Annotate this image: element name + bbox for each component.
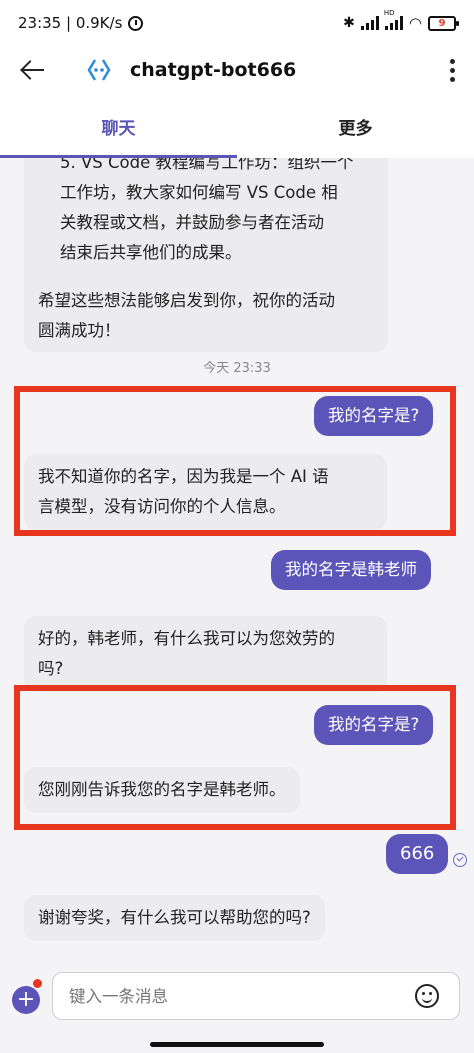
signal-icon <box>360 16 379 30</box>
alarm-icon <box>128 15 144 31</box>
chat-area[interactable]: 5. VS Code 教程编写工作坊：组织一个 工作坊，教大家如何编写 VS C… <box>0 158 474 958</box>
message-line: 好的，韩老师，有什么我可以为您效劳的 <box>38 629 335 648</box>
status-left: 23:35 | 0.9K/s <box>18 14 144 32</box>
user-message: 666 <box>386 834 449 874</box>
network-label: HD <box>383 9 395 17</box>
status-bar: 23:35 | 0.9K/s ✱ HD ◠ 9 <box>0 0 474 46</box>
bot-message: 5. VS Code 教程编写工作坊：组织一个 工作坊，教大家如何编写 VS C… <box>24 158 388 352</box>
more-options-icon[interactable] <box>448 58 456 82</box>
sent-check-icon <box>453 853 467 867</box>
bot-message: 好的，韩老师，有什么我可以为您效劳的 吗? <box>24 616 387 692</box>
message-line: 吗? <box>38 659 64 678</box>
tab-chat[interactable]: 聊天 <box>0 94 237 158</box>
notification-badge <box>32 978 43 989</box>
battery-level: 9 <box>438 17 446 29</box>
bot-message: 我不知道你的名字，因为我是一个 AI 语 言模型，没有访问你的个人信息。 <box>24 454 387 530</box>
wifi-icon: ◠ <box>408 14 422 32</box>
signal-hd-icon: HD <box>384 9 403 30</box>
app-header: chatgpt-bot666 <box>0 46 474 94</box>
message-line: 希望这些想法能够启发到你，祝你的活动 <box>38 291 335 310</box>
message-line: 我不知道你的名字，因为我是一个 AI 语 <box>38 467 329 486</box>
add-attachment-button[interactable]: + <box>12 986 40 1014</box>
message-line: 关教程或文档，并鼓励参与者在活动 <box>60 213 324 232</box>
time-separator: 今天 23:33 <box>203 361 271 376</box>
bluetooth-icon: ✱ <box>343 15 355 31</box>
tab-bar: 聊天 更多 <box>0 94 474 158</box>
message-line: 5. VS Code 教程编写工作坊：组织一个 <box>60 158 354 172</box>
message-line: 圆满成功！ <box>38 321 121 340</box>
tab-more[interactable]: 更多 <box>237 94 474 158</box>
message-line: 工作坊，教大家如何编写 VS Code 相 <box>60 183 338 202</box>
input-bar: + <box>0 958 474 1053</box>
user-message: 我的名字是? <box>314 705 434 745</box>
message-line: 言模型，没有访问你的个人信息。 <box>38 497 286 516</box>
user-message: 我的名字是? <box>314 396 434 436</box>
emoji-icon[interactable] <box>415 984 439 1008</box>
message-line: 结束后共享他们的成果。 <box>60 243 242 262</box>
bot-message: 谢谢夸奖，有什么我可以帮助您的吗? <box>24 895 325 941</box>
chat-title: chatgpt-bot666 <box>130 59 297 81</box>
home-indicator <box>150 1042 324 1047</box>
back-arrow-icon[interactable] <box>18 55 48 85</box>
status-right: ✱ HD ◠ 9 <box>343 9 459 32</box>
bot-logo-icon <box>86 57 112 83</box>
battery-icon: 9 <box>428 15 459 31</box>
message-line <box>38 268 374 286</box>
user-message: 我的名字是韩老师 <box>271 550 431 590</box>
message-input[interactable] <box>52 972 460 1020</box>
bot-message: 您刚刚告诉我您的名字是韩老师。 <box>24 767 300 813</box>
status-time-speed: 23:35 | 0.9K/s <box>18 14 123 32</box>
